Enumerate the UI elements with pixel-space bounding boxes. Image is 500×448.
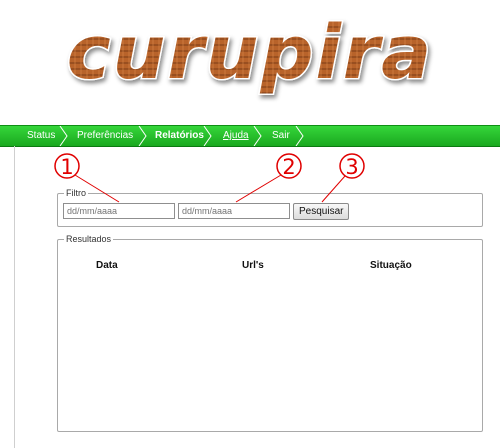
column-header-urls: Url's xyxy=(242,260,264,271)
chevron-right-icon xyxy=(203,126,212,146)
chevron-right-icon xyxy=(253,126,262,146)
nav-item-ajuda[interactable]: Ajuda xyxy=(223,126,249,146)
filter-legend: Filtro xyxy=(66,188,86,198)
nav-item-sair[interactable]: Sair xyxy=(272,126,290,146)
column-header-data: Data xyxy=(96,260,118,271)
chevron-right-icon xyxy=(59,126,68,146)
callout-1-label: 1 xyxy=(60,155,73,179)
search-button[interactable]: Pesquisar xyxy=(293,203,350,220)
start-date-input[interactable] xyxy=(63,203,175,219)
nav-item-relatorios[interactable]: Relatórios xyxy=(155,126,204,146)
callout-2-label: 2 xyxy=(282,155,295,179)
chevron-right-icon xyxy=(138,126,147,146)
logo-text: curupira xyxy=(67,10,434,96)
nav-item-status[interactable]: Status xyxy=(27,126,55,146)
nav-item-preferencias[interactable]: Preferências xyxy=(77,126,133,146)
logo: curupira xyxy=(0,0,500,112)
results-fieldset: Resultados xyxy=(57,234,483,432)
column-header-situacao: Situação xyxy=(370,260,412,271)
end-date-input[interactable] xyxy=(178,203,290,219)
results-legend: Resultados xyxy=(66,234,112,244)
left-divider xyxy=(14,146,15,448)
main-navbar: Status Preferências Relatórios Ajuda Sai… xyxy=(0,125,500,147)
logo-graphic: curupira xyxy=(65,9,434,98)
callout-3-label: 3 xyxy=(345,155,358,179)
chevron-right-icon xyxy=(295,126,304,146)
